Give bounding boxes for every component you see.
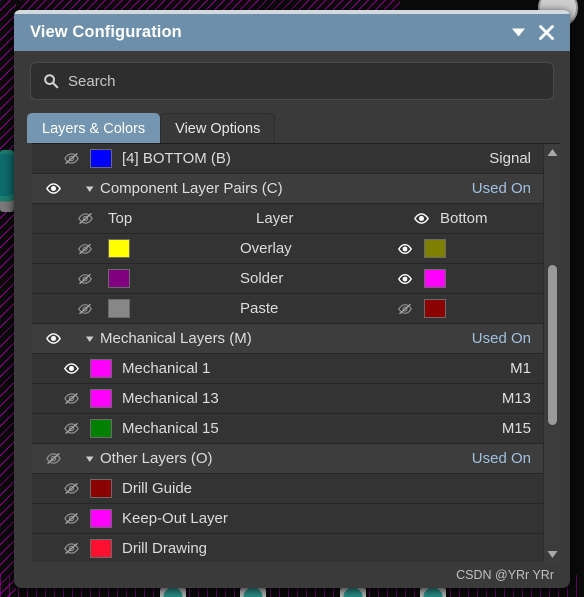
layer-name: Keep-Out Layer (122, 510, 228, 527)
eye-on-icon[interactable] (40, 330, 66, 347)
layers-list-area: [4] BOTTOM (B) Signal Component Layer Pa… (32, 143, 560, 562)
pair-header-top: Top (108, 210, 133, 227)
layer-name: Drill Drawing (122, 540, 208, 557)
caret-down-icon[interactable] (80, 184, 100, 194)
layer-color-swatch[interactable] (90, 419, 112, 438)
table-row[interactable]: Paste (32, 294, 543, 324)
group-header-other-layers[interactable]: Other Layers (O) Used On (32, 444, 543, 474)
watermark-text: CSDN @YRr YRr (456, 568, 554, 582)
tab-strip: Layers & Colors View Options (14, 110, 570, 143)
scrollbar-thumb[interactable] (548, 265, 557, 425)
layer-usage: M13 (501, 390, 531, 407)
top-color-swatch[interactable] (108, 239, 130, 258)
search-input[interactable] (68, 72, 541, 90)
layer-name: [4] BOTTOM (B) (122, 150, 231, 167)
view-configuration-dialog: View Configuration Layers & Colors (14, 10, 570, 588)
pair-header-bottom: Bottom (440, 210, 488, 227)
layer-usage: Signal (489, 150, 531, 167)
vertical-scrollbar[interactable] (543, 144, 560, 562)
group-used-on: Used On (471, 180, 531, 197)
eye-on-icon[interactable] (40, 180, 66, 197)
pair-layer-name: Solder (240, 270, 284, 287)
table-row[interactable]: Drill Guide (32, 474, 543, 504)
group-label: Other Layers (O) (100, 450, 213, 467)
group-used-on: Used On (471, 330, 531, 347)
dialog-titlebar: View Configuration (14, 14, 570, 51)
eye-on-icon[interactable] (392, 271, 418, 287)
top-color-swatch[interactable] (108, 299, 130, 318)
layer-color-swatch[interactable] (90, 359, 112, 378)
table-row[interactable]: Overlay (32, 234, 543, 264)
pair-header-layer: Layer (256, 210, 294, 227)
eye-off-icon[interactable] (58, 540, 84, 557)
table-row[interactable]: [4] BOTTOM (B) Signal (32, 144, 543, 174)
triangle-up-icon[interactable] (544, 144, 560, 160)
table-row[interactable]: Solder (32, 264, 543, 294)
eye-off-icon[interactable] (58, 480, 84, 497)
table-row[interactable]: Mechanical 15 M15 (32, 414, 543, 444)
search-area (14, 51, 570, 110)
layer-color-swatch[interactable] (90, 509, 112, 528)
search-box[interactable] (30, 62, 554, 100)
tab-view-options-label: View Options (175, 120, 261, 137)
eye-off-icon[interactable] (72, 271, 98, 287)
pair-layer-name: Overlay (240, 240, 292, 257)
layer-name: Mechanical 15 (122, 420, 219, 437)
group-header-mechanical-layers[interactable]: Mechanical Layers (M) Used On (32, 324, 543, 354)
bottom-color-swatch[interactable] (424, 239, 446, 258)
pair-layer-name: Paste (240, 300, 279, 317)
tab-layers-and-colors[interactable]: Layers & Colors (27, 113, 161, 143)
bottom-color-swatch[interactable] (424, 299, 446, 318)
group-header-component-layer-pairs[interactable]: Component Layer Pairs (C) Used On (32, 174, 543, 204)
layer-color-swatch[interactable] (90, 389, 112, 408)
group-label: Component Layer Pairs (C) (100, 180, 283, 197)
dialog-title: View Configuration (30, 23, 182, 41)
triangle-down-icon[interactable] (544, 546, 560, 562)
table-row[interactable]: Drill Drawing (32, 534, 543, 562)
scrollbar-track[interactable] (544, 160, 560, 546)
eye-on-icon[interactable] (58, 360, 84, 377)
eye-off-icon[interactable] (72, 241, 98, 257)
eye-on-icon[interactable] (392, 241, 418, 257)
eye-off-icon[interactable] (58, 150, 84, 167)
layer-color-swatch[interactable] (90, 539, 112, 558)
eye-off-icon[interactable] (72, 301, 98, 317)
eye-off-icon[interactable] (58, 420, 84, 437)
close-icon[interactable] (532, 19, 560, 47)
chevron-down-icon[interactable] (504, 19, 532, 47)
group-used-on: Used On (471, 450, 531, 467)
pcb-hatched-top (20, 0, 400, 10)
layers-list: [4] BOTTOM (B) Signal Component Layer Pa… (32, 144, 543, 562)
table-row[interactable]: Mechanical 1 M1 (32, 354, 543, 384)
table-row[interactable]: Mechanical 13 M13 (32, 384, 543, 414)
tab-layers-and-colors-label: Layers & Colors (42, 120, 146, 137)
bottom-color-swatch[interactable] (424, 269, 446, 288)
eye-off-icon[interactable] (392, 301, 418, 317)
tab-view-options[interactable]: View Options (160, 113, 276, 143)
eye-off-icon[interactable] (58, 510, 84, 527)
layer-name: Drill Guide (122, 480, 193, 497)
caret-down-icon[interactable] (80, 334, 100, 344)
group-label: Mechanical Layers (M) (100, 330, 252, 347)
eye-on-icon[interactable] (408, 210, 434, 227)
top-color-swatch[interactable] (108, 269, 130, 288)
pair-column-header: Top Layer Bottom (32, 204, 543, 234)
layer-color-swatch[interactable] (90, 149, 112, 168)
eye-off-icon[interactable] (72, 210, 98, 227)
layer-usage: M1 (510, 360, 531, 377)
dialog-footer: CSDN @YRr YRr (14, 562, 570, 588)
layer-name: Mechanical 1 (122, 360, 211, 377)
layer-name: Mechanical 13 (122, 390, 219, 407)
table-row[interactable]: Keep-Out Layer (32, 504, 543, 534)
search-icon (43, 73, 59, 89)
layer-color-swatch[interactable] (90, 479, 112, 498)
layer-usage: M15 (501, 420, 531, 437)
pcb-component-artifact (0, 150, 14, 212)
eye-off-icon[interactable] (58, 390, 84, 407)
caret-down-icon[interactable] (80, 454, 100, 464)
eye-off-icon[interactable] (40, 450, 66, 467)
